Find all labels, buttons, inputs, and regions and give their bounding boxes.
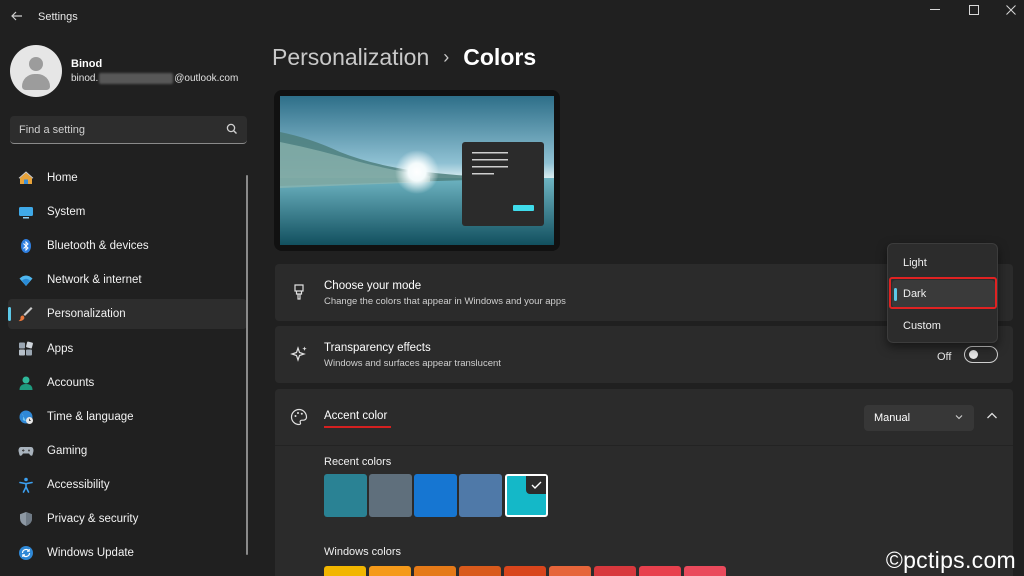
sidebar-item-home[interactable]: Home [8, 163, 247, 193]
sidebar-item-time-language[interactable]: Time & language [8, 402, 247, 432]
recent-color-swatch[interactable] [414, 474, 457, 517]
shield-icon [20, 512, 32, 526]
breadcrumb: Personalization › Colors [272, 44, 536, 71]
windows-colors-label: Windows colors [324, 546, 402, 558]
page-title: Colors [463, 44, 537, 70]
transparency-subtitle: Windows and surfaces appear translucent [324, 358, 501, 369]
sidebar-item-gaming[interactable]: Gaming [8, 436, 247, 466]
accent-title-underline [324, 426, 391, 428]
palette-icon [290, 408, 308, 426]
dropdown-value: Manual [874, 412, 911, 424]
windows-color-swatch[interactable] [369, 566, 411, 576]
search-icon [226, 123, 237, 134]
chevron-down-icon [955, 415, 963, 420]
globe-icon [19, 410, 33, 424]
close-button[interactable] [996, 2, 1024, 18]
recent-colors-label: Recent colors [324, 456, 392, 468]
breadcrumb-parent[interactable]: Personalization [272, 44, 429, 71]
search-input[interactable]: Find a setting [10, 116, 247, 144]
menu-item-custom[interactable]: Custom [892, 312, 995, 340]
sidebar-item-windows-update[interactable]: Windows Update [8, 538, 247, 568]
watermark: ©pctips.com [885, 547, 1016, 573]
transparency-title: Transparency effects [324, 342, 431, 354]
email-suffix: @outlook.com [174, 73, 239, 84]
wifi-icon [19, 275, 33, 286]
bluetooth-icon [21, 239, 31, 253]
email-redaction [99, 73, 174, 84]
windows-color-swatch[interactable] [594, 566, 636, 576]
back-arrow-icon[interactable] [8, 6, 26, 26]
chevron-up-icon[interactable] [983, 407, 1001, 425]
home-icon [18, 171, 34, 184]
app-title: Settings [38, 11, 78, 23]
windows-color-swatch[interactable] [414, 566, 456, 576]
accessibility-icon [19, 477, 33, 493]
checkmark-icon [526, 476, 546, 494]
system-icon [19, 207, 33, 219]
sidebar-item-privacy-security[interactable]: Privacy & security [8, 504, 247, 534]
brush-icon [294, 284, 304, 300]
minimize-button[interactable] [920, 2, 950, 18]
toggle-state-label: Off [937, 351, 952, 363]
accounts-icon [19, 376, 33, 390]
email-prefix: binod. [71, 73, 99, 84]
choose-mode-subtitle: Change the colors that appear in Windows… [324, 296, 566, 307]
selection-indicator [894, 288, 897, 301]
preview-wallpaper [280, 96, 554, 245]
transparency-toggle[interactable] [964, 346, 998, 363]
maximize-button[interactable] [959, 2, 989, 18]
sidebar-item-network[interactable]: Network & internet [8, 265, 247, 295]
gamepad-icon [18, 447, 34, 456]
sidebar-scrollbar[interactable] [246, 175, 248, 555]
mode-menu: Light Dark Custom [887, 243, 998, 343]
sidebar-item-apps[interactable]: Apps [8, 334, 247, 364]
avatar[interactable] [10, 45, 62, 97]
menu-item-dark[interactable]: Dark [892, 280, 995, 308]
update-icon [19, 546, 33, 560]
recent-color-swatch[interactable] [369, 474, 412, 517]
sidebar-item-accessibility[interactable]: Accessibility [8, 470, 247, 500]
user-name: Binod [71, 58, 103, 70]
sidebar-item-accounts[interactable]: Accounts [8, 368, 247, 398]
recent-color-swatch[interactable] [459, 474, 502, 517]
windows-color-swatch[interactable] [684, 566, 726, 576]
selection-indicator [8, 307, 11, 321]
choose-mode-title: Choose your mode [324, 280, 422, 292]
windows-color-swatch[interactable] [504, 566, 546, 576]
toggle-knob [969, 350, 978, 359]
brush-icon [18, 307, 33, 322]
search-placeholder: Find a setting [19, 124, 86, 136]
sidebar-item-system[interactable]: System [8, 197, 247, 227]
title-bar: Settings [0, 0, 1024, 34]
apps-icon [19, 341, 33, 356]
windows-color-swatch[interactable] [459, 566, 501, 576]
sidebar-item-personalization[interactable]: Personalization [8, 299, 247, 329]
accent-color-title: Accent color [324, 410, 388, 422]
theme-preview [274, 90, 560, 251]
sparkle-icon [290, 346, 307, 362]
recent-color-swatch[interactable] [324, 474, 367, 517]
accent-mode-dropdown[interactable]: Manual [864, 405, 974, 431]
sidebar-item-bluetooth[interactable]: Bluetooth & devices [8, 231, 247, 261]
breadcrumb-separator: › [443, 47, 450, 67]
recent-color-swatch-selected[interactable] [505, 474, 548, 517]
user-email: binod. @outlook.com [71, 73, 238, 84]
menu-item-light[interactable]: Light [892, 249, 995, 277]
windows-color-swatch[interactable] [549, 566, 591, 576]
windows-color-swatch[interactable] [639, 566, 681, 576]
windows-color-swatch[interactable] [324, 566, 366, 576]
